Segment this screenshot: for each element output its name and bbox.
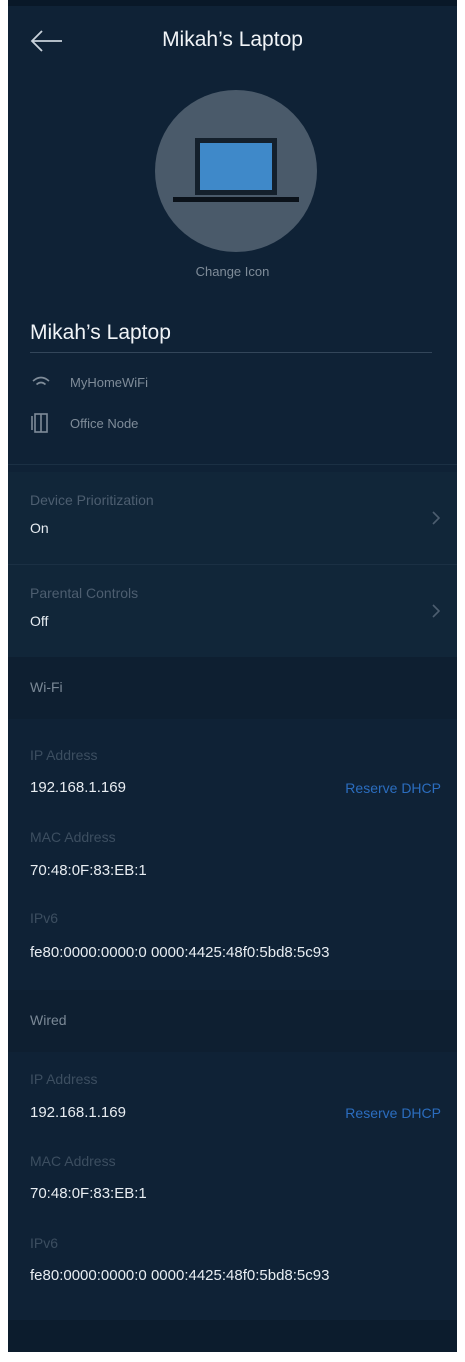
- chevron-right-icon: [432, 511, 441, 525]
- laptop-icon: [173, 138, 299, 202]
- wired-reserve-dhcp-link[interactable]: Reserve DHCP: [345, 1105, 441, 1121]
- parental-controls-row[interactable]: Parental Controls Off: [8, 565, 457, 657]
- wifi-section-header: Wi-Fi: [8, 657, 457, 719]
- device-details-screen: Mikah’s Laptop Change Icon Mikah’s Lapto…: [8, 0, 457, 1352]
- wifi-mac-label: MAC Address: [30, 829, 116, 845]
- device-prioritization-row[interactable]: Device Prioritization On: [8, 472, 457, 564]
- wifi-ipv6-label: IPv6: [30, 910, 59, 926]
- setting-label: Parental Controls: [30, 585, 139, 601]
- network-name: MyHomeWiFi: [70, 374, 148, 390]
- wired-mac-label: MAC Address: [30, 1153, 116, 1169]
- wifi-ipv6-value: fe80:0000:0000:0 0000:4425:48f0:5bd8:5c9…: [30, 944, 330, 961]
- section-label: Wi-Fi: [30, 679, 63, 695]
- node-row: Office Node: [30, 412, 138, 434]
- setting-value: On: [30, 520, 49, 536]
- device-icon-circle[interactable]: [155, 90, 317, 252]
- setting-value: Off: [30, 613, 49, 629]
- wifi-ip-value: 192.168.1.169: [30, 779, 126, 796]
- device-name-underline: [30, 352, 432, 353]
- wifi-ip-label: IP Address: [30, 747, 98, 763]
- node-icon: [31, 413, 48, 433]
- wired-ipv6-value: fe80:0000:0000:0 0000:4425:48f0:5bd8:5c9…: [30, 1267, 330, 1284]
- node-name: Office Node: [70, 415, 139, 431]
- wired-section-header: Wired: [8, 990, 457, 1052]
- status-bar: [8, 0, 457, 6]
- wired-ip-value: 192.168.1.169: [30, 1104, 126, 1121]
- section-label: Wired: [30, 1012, 67, 1028]
- device-name-field[interactable]: Mikah’s Laptop: [30, 321, 171, 345]
- wired-ipv6-label: IPv6: [30, 1235, 59, 1251]
- wifi-mac-value: 70:48:0F:83:EB:1: [30, 862, 147, 879]
- network-row: MyHomeWiFi: [30, 371, 148, 393]
- wifi-reserve-dhcp-link[interactable]: Reserve DHCP: [345, 780, 441, 796]
- wired-ip-label: IP Address: [30, 1071, 98, 1087]
- page-title: Mikah’s Laptop: [162, 28, 303, 51]
- divider: [8, 464, 457, 465]
- bottom-area: [8, 1320, 457, 1352]
- setting-label: Device Prioritization: [30, 492, 154, 508]
- change-icon-link[interactable]: Change Icon: [8, 264, 457, 279]
- wifi-icon: [32, 376, 50, 386]
- header: Mikah’s Laptop: [8, 14, 457, 70]
- wired-mac-value: 70:48:0F:83:EB:1: [30, 1185, 147, 1202]
- chevron-right-icon: [432, 604, 441, 618]
